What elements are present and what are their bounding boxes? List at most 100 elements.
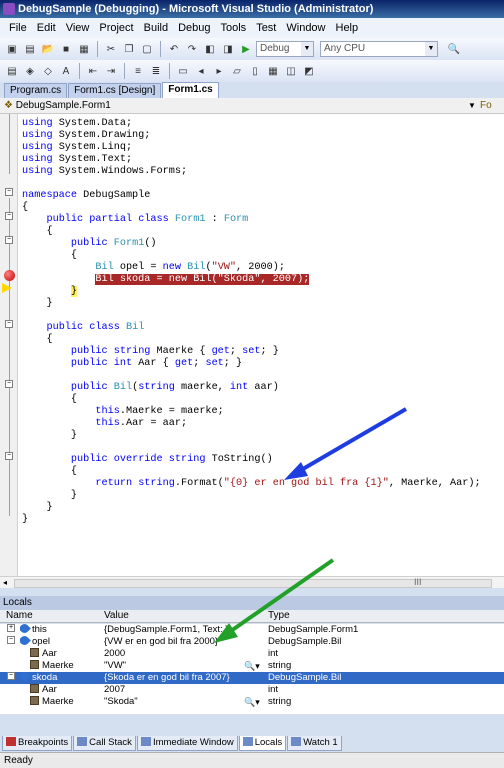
tab-immediate-window[interactable]: Immediate Window [136, 736, 238, 751]
solution-platform-select[interactable]: Any CPU ▼ [320, 41, 438, 57]
code-line[interactable]: public override string ToString() [22, 454, 273, 466]
code-line[interactable]: using System.Data; [22, 118, 132, 130]
collapse-icon[interactable]: − [7, 636, 15, 644]
locals-row[interactable]: Aar 2000 int [0, 648, 504, 660]
code-line[interactable]: } [22, 502, 52, 514]
code-line[interactable]: public Bil(string maerke, int aar) [22, 382, 279, 394]
column-header-name[interactable]: Name [6, 610, 33, 622]
code-line[interactable]: { [22, 226, 52, 238]
code-line[interactable]: using System.Windows.Forms; [22, 166, 187, 178]
tab-form1-design[interactable]: Form1.cs [Design] [68, 83, 162, 98]
collapse-icon[interactable]: − [7, 672, 15, 680]
word-completion-icon[interactable]: A [58, 63, 74, 79]
tab-form1-cs[interactable]: Form1.cs [162, 82, 219, 98]
code-line[interactable]: } [22, 430, 77, 442]
locals-grid[interactable]: + this {DebugSample.Form1, Text: } DebugSam… [0, 624, 504, 714]
save-icon[interactable]: ■ [58, 41, 74, 57]
display-object-members-icon[interactable]: ▤ [4, 63, 20, 79]
open-file-icon[interactable]: 📂 [40, 41, 56, 57]
copy-icon[interactable]: ❐ [121, 41, 137, 57]
tab-program-cs[interactable]: Program.cs [4, 83, 68, 98]
attach-icon[interactable]: ◫ [283, 63, 299, 79]
local-value[interactable]: "Skoda" [104, 696, 262, 708]
locals-row[interactable]: Maerke "Skoda" 🔍▾ string [0, 696, 504, 708]
bookmark-folder-icon[interactable]: ▱ [229, 63, 245, 79]
code-line[interactable]: { [22, 250, 77, 262]
menu-tools[interactable]: Tools [216, 22, 252, 34]
menu-project[interactable]: Project [94, 22, 138, 34]
tab-watch-1[interactable]: Watch 1 [287, 736, 342, 751]
text-visualizer-icon[interactable]: 🔍▾ [244, 696, 260, 708]
toggle-bookmark-icon[interactable]: ▭ [175, 63, 191, 79]
local-value[interactable]: {DebugSample.Form1, Text: } [104, 624, 262, 636]
column-header-value[interactable]: Value [104, 610, 129, 622]
code-line[interactable]: using System.Drawing; [22, 130, 150, 142]
locals-row[interactable]: + this {DebugSample.Form1, Text: } DebugSam… [0, 624, 504, 636]
find-icon[interactable]: 🔍 [446, 41, 462, 57]
local-value[interactable]: {VW er en god bil fra 2000} [104, 636, 262, 648]
menu-window[interactable]: Window [281, 22, 330, 34]
start-debugging-icon[interactable]: ▶ [238, 41, 254, 57]
previous-bookmark-icon[interactable]: ◂ [193, 63, 209, 79]
local-value[interactable]: "VW" [104, 660, 262, 672]
code-line[interactable]: public class Bil [22, 322, 144, 334]
code-line[interactable]: this.Maerke = maerke; [22, 406, 223, 418]
tab-locals[interactable]: Locals [238, 736, 287, 751]
next-bookmark-icon[interactable]: ▸ [211, 63, 227, 79]
text-visualizer-icon[interactable]: 🔍▾ [244, 660, 260, 672]
tab-breakpoints[interactable]: Breakpoints [2, 736, 73, 751]
navigate-backward-icon[interactable]: ◧ [202, 41, 218, 57]
decrease-indent-icon[interactable]: ⇤ [85, 63, 101, 79]
code-line[interactable]: } [22, 490, 77, 502]
code-line[interactable]: } [22, 286, 78, 298]
code-line[interactable]: { [22, 394, 77, 406]
code-text[interactable]: using System.Data; using System.Drawing; u… [0, 114, 504, 584]
code-line[interactable]: namespace DebugSample [22, 190, 150, 202]
solution-configuration-select[interactable]: Debug ▼ [256, 41, 314, 57]
horizontal-scrollbar[interactable]: ◂ III [0, 576, 504, 588]
menu-test[interactable]: Test [251, 22, 281, 34]
code-line[interactable]: using System.Text; [22, 154, 132, 166]
menu-file[interactable]: File [4, 22, 32, 34]
type-dropdown[interactable]: DebugSample.Form1 [16, 100, 111, 111]
tab-call-stack[interactable]: Call Stack [73, 736, 136, 751]
locals-row[interactable]: − opel {VW er en god bil fra 2000} DebugSam… [0, 636, 504, 648]
clear-bookmarks-icon[interactable]: ▯ [247, 63, 263, 79]
expand-icon[interactable]: + [7, 624, 15, 632]
locals-row[interactable]: − skoda {Skoda er en god bil fra 2007} Debu… [0, 672, 504, 684]
menu-build[interactable]: Build [139, 22, 173, 34]
new-project-icon[interactable]: ▣ [4, 41, 20, 57]
code-line[interactable]: { [22, 334, 52, 346]
locals-row[interactable]: Aar 2007 int [0, 684, 504, 696]
code-line[interactable]: { [22, 202, 28, 214]
navigate-forward-icon[interactable]: ◨ [220, 41, 236, 57]
quick-info-icon[interactable]: ◇ [40, 63, 56, 79]
paste-icon[interactable]: ▢ [139, 41, 155, 57]
save-all-icon[interactable]: ▦ [76, 41, 92, 57]
code-editor[interactable]: − − − − − − using System.Data; using Syst… [0, 114, 504, 588]
locals-row[interactable]: Maerke "VW" 🔍▾ string [0, 660, 504, 672]
code-line[interactable]: Bil skoda = new Bil("Skoda", 2007); [22, 274, 310, 286]
code-line[interactable]: { [22, 466, 77, 478]
menu-edit[interactable]: Edit [32, 22, 61, 34]
parameter-info-icon[interactable]: ◈ [22, 63, 38, 79]
code-line[interactable]: } [22, 514, 28, 526]
code-line[interactable]: public int Aar { get; set; } [22, 358, 242, 370]
local-value[interactable]: 2007 [104, 684, 262, 696]
local-value[interactable]: {Skoda er en god bil fra 2007} [104, 672, 262, 684]
code-line[interactable]: public Form1() [22, 238, 157, 250]
chevron-down-icon[interactable]: ▼ [468, 98, 476, 113]
menu-help[interactable]: Help [331, 22, 364, 34]
comment-out-icon[interactable]: ≡ [130, 63, 146, 79]
uncomment-icon[interactable]: ≣ [148, 63, 164, 79]
code-line[interactable]: public string Maerke { get; set; } [22, 346, 279, 358]
bookmark-list-icon[interactable]: ◩ [301, 63, 317, 79]
menu-view[interactable]: View [61, 22, 95, 34]
add-item-icon[interactable]: ▤ [22, 41, 38, 57]
bookmark-window-icon[interactable]: ▦ [265, 63, 281, 79]
cut-icon[interactable]: ✂ [103, 41, 119, 57]
undo-icon[interactable]: ↶ [166, 41, 182, 57]
code-line[interactable]: return string.Format("{0} er en god bil … [22, 478, 480, 490]
code-line[interactable]: } [22, 298, 52, 310]
code-line[interactable]: using System.Linq; [22, 142, 132, 154]
